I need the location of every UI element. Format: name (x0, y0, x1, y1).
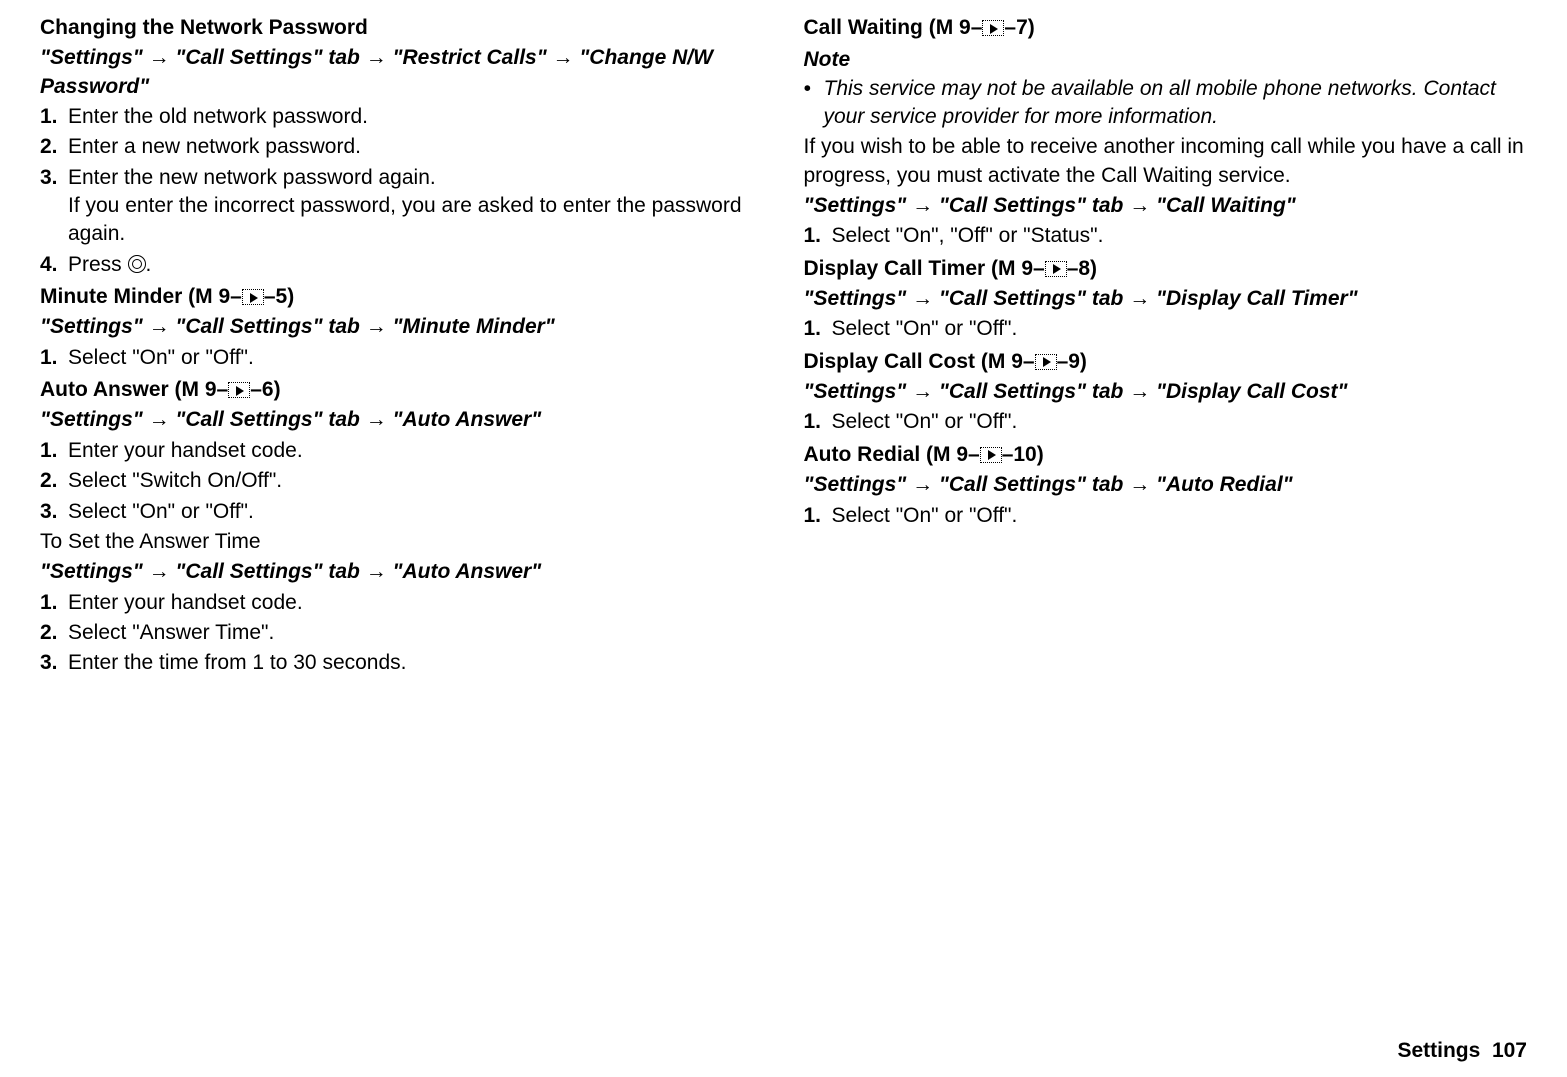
path-display-call-timer: "Settings" → "Call Settings" tab → "Disp… (804, 285, 1528, 313)
heading-display-call-timer: Display Call Timer (M 9––8) (804, 255, 1528, 283)
ok-button-icon (128, 255, 146, 273)
dpad-right-icon (1035, 354, 1057, 370)
steps-change-network-password: 1.Enter the old network password. 2.Ente… (40, 103, 764, 192)
steps-auto-redial: 1.Select "On" or "Off". (804, 502, 1528, 530)
heading-minute-minder: Minute Minder (M 9––5) (40, 283, 764, 311)
path-display-call-cost: "Settings" → "Call Settings" tab → "Disp… (804, 378, 1528, 406)
step-item: 3.Enter the time from 1 to 30 seconds. (40, 649, 764, 677)
step-item: 2.Select "Switch On/Off". (40, 467, 764, 495)
step-item: 3.Enter the new network password again. (40, 164, 764, 192)
content-columns: Changing the Network Password "Settings"… (40, 10, 1527, 678)
step-text: Select "On" or "Off". (832, 408, 1528, 436)
heading-display-call-cost: Display Call Cost (M 9––9) (804, 348, 1528, 376)
page-footer: Settings 107 (1397, 1037, 1527, 1065)
note-bullet: • This service may not be available on a… (804, 75, 1528, 132)
subheading-set-answer-time: To Set the Answer Time (40, 528, 764, 556)
path-auto-redial: "Settings" → "Call Settings" tab → "Auto… (804, 471, 1528, 499)
left-column: Changing the Network Password "Settings"… (40, 10, 764, 678)
step-text: Select "On" or "Off". (68, 344, 764, 372)
steps-display-call-timer: 1.Select "On" or "Off". (804, 315, 1528, 343)
steps-answer-time: 1.Enter your handset code. 2.Select "Ans… (40, 589, 764, 678)
path-minute-minder: "Settings" → "Call Settings" tab → "Minu… (40, 313, 764, 341)
heading-change-network-password: Changing the Network Password (40, 14, 764, 42)
note-label: Note (804, 46, 1528, 74)
path-call-waiting: "Settings" → "Call Settings" tab → "Call… (804, 192, 1528, 220)
step-item: 3.Select "On" or "Off". (40, 498, 764, 526)
dpad-right-icon (1045, 261, 1067, 277)
step-text: Select "Switch On/Off". (68, 467, 764, 495)
footer-label: Settings (1397, 1039, 1480, 1062)
step-item: 1.Select "On" or "Off". (40, 344, 764, 372)
step-text: Enter the old network password. (68, 103, 764, 131)
path-change-network-password: "Settings" → "Call Settings" tab → "Rest… (40, 44, 764, 101)
step-item: 1.Select "On", "Off" or "Status". (804, 222, 1528, 250)
dpad-right-icon (980, 447, 1002, 463)
step-text: Enter your handset code. (68, 589, 764, 617)
page-number: 107 (1492, 1039, 1527, 1062)
dpad-right-icon (982, 20, 1004, 36)
body-call-waiting: If you wish to be able to receive anothe… (804, 133, 1528, 190)
steps-auto-answer: 1.Enter your handset code. 2.Select "Swi… (40, 437, 764, 526)
step-text: Enter your handset code. (68, 437, 764, 465)
step-text: Select "On" or "Off". (832, 315, 1528, 343)
step-item: 1.Enter your handset code. (40, 437, 764, 465)
step-item: 2.Enter a new network password. (40, 133, 764, 161)
note-text: This service may not be available on all… (824, 75, 1528, 132)
steps-call-waiting: 1.Select "On", "Off" or "Status". (804, 222, 1528, 250)
path-auto-answer-2: "Settings" → "Call Settings" tab → "Auto… (40, 558, 764, 586)
heading-auto-redial: Auto Redial (M 9––10) (804, 441, 1528, 469)
dpad-right-icon (228, 382, 250, 398)
step-item: 1.Enter your handset code. (40, 589, 764, 617)
step-item: 1.Enter the old network password. (40, 103, 764, 131)
step-item: 2.Select "Answer Time". (40, 619, 764, 647)
step-subtext: If you enter the incorrect password, you… (68, 192, 764, 249)
step-text: Enter the new network password again. (68, 164, 764, 192)
step-text: Enter a new network password. (68, 133, 764, 161)
step-text: Enter the time from 1 to 30 seconds. (68, 649, 764, 677)
dpad-right-icon (242, 289, 264, 305)
step-item: 1.Select "On" or "Off". (804, 502, 1528, 530)
bullet-icon: • (804, 75, 824, 132)
heading-call-waiting: Call Waiting (M 9––7) (804, 14, 1528, 42)
step-text: Press . (68, 251, 764, 279)
steps-change-network-password-cont: 4.Press . (40, 251, 764, 279)
step-text: Select "Answer Time". (68, 619, 764, 647)
step-item: 1.Select "On" or "Off". (804, 315, 1528, 343)
step-item: 4.Press . (40, 251, 764, 279)
heading-auto-answer: Auto Answer (M 9––6) (40, 376, 764, 404)
right-column: Call Waiting (M 9––7) Note • This servic… (804, 10, 1528, 678)
step-item: 1.Select "On" or "Off". (804, 408, 1528, 436)
path-auto-answer: "Settings" → "Call Settings" tab → "Auto… (40, 406, 764, 434)
step-text: Select "On" or "Off". (832, 502, 1528, 530)
steps-minute-minder: 1.Select "On" or "Off". (40, 344, 764, 372)
step-text: Select "On", "Off" or "Status". (832, 222, 1528, 250)
steps-display-call-cost: 1.Select "On" or "Off". (804, 408, 1528, 436)
step-text: Select "On" or "Off". (68, 498, 764, 526)
